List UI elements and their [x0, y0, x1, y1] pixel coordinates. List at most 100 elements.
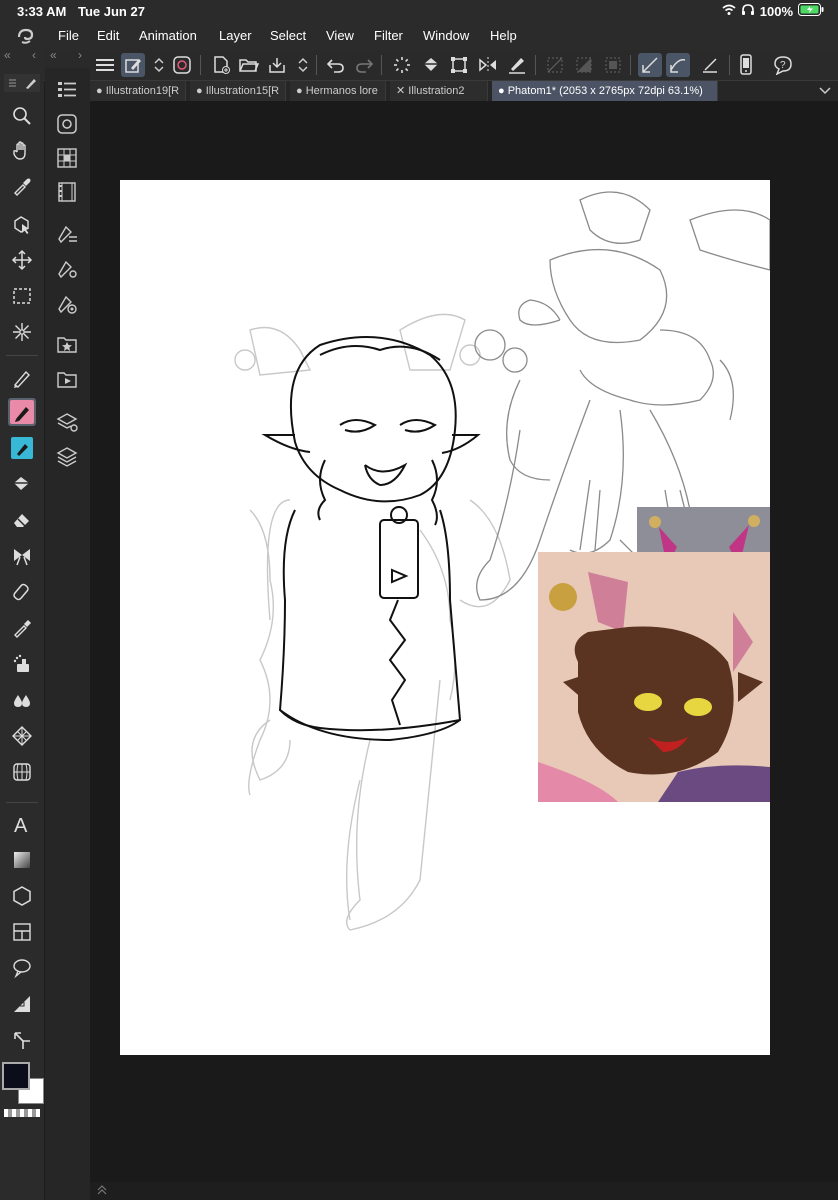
menu-hamburger-icon[interactable] [93, 53, 117, 77]
decoration-ribbon-icon[interactable] [8, 542, 36, 570]
battery-percent: 100% [759, 3, 793, 19]
collapse-left-icon-2[interactable]: « [50, 48, 57, 62]
ruler-triangle-icon[interactable] [8, 990, 36, 1018]
invert-selection-icon[interactable] [572, 53, 596, 77]
menu-edit[interactable]: Edit [97, 28, 119, 43]
tab-phatom1[interactable]: ● Phatom1* (2053 x 2765px 72dpi 63.1%) [492, 81, 718, 101]
brush-icon[interactable] [8, 434, 36, 462]
undo-icon[interactable] [324, 53, 348, 77]
reference-image-brown-character[interactable] [538, 552, 770, 802]
blend-dropper-icon[interactable] [8, 614, 36, 642]
collapse-right-icon-2[interactable]: › [78, 48, 82, 62]
tool-property-gear-icon[interactable] [53, 255, 81, 283]
speech-balloon-icon[interactable] [8, 954, 36, 982]
pen-line-icon[interactable] [505, 53, 529, 77]
toolbar-divider [729, 55, 730, 75]
text-tool-icon[interactable]: A [8, 810, 36, 838]
chevron-down-icon[interactable] [818, 83, 832, 102]
loading-spinner-icon[interactable] [390, 53, 414, 77]
new-file-icon[interactable] [209, 53, 233, 77]
menu-select[interactable]: Select [270, 28, 306, 43]
tab-label: Illustration19[R [105, 85, 180, 97]
mesh-globe-icon[interactable] [8, 758, 36, 786]
menu-filter[interactable]: Filter [374, 28, 403, 43]
menu-animation[interactable]: Animation [139, 28, 197, 43]
gradient-icon[interactable] [8, 846, 36, 874]
battery-icon [798, 3, 824, 19]
auto-select-wand-icon[interactable] [8, 318, 36, 346]
color-set-grid-icon[interactable] [53, 144, 81, 172]
zoom-icon[interactable] [8, 102, 36, 130]
material-star-icon[interactable] [53, 330, 81, 358]
fill-bucket-icon[interactable] [419, 53, 443, 77]
edit-mode-icon[interactable] [121, 53, 145, 77]
correct-line-icon[interactable] [8, 1026, 36, 1054]
transform-icon[interactable] [447, 53, 471, 77]
main-color-swatch[interactable] [2, 1062, 30, 1090]
app-logo-icon[interactable] [16, 26, 36, 49]
select-all-icon[interactable] [601, 53, 625, 77]
tab-illustration19[interactable]: ● Illustration19[R [90, 81, 186, 101]
pattern-icon[interactable] [8, 722, 36, 750]
spiral-icon[interactable] [170, 53, 194, 77]
material-film-icon[interactable] [53, 365, 81, 393]
tool-palette-tab[interactable] [4, 74, 40, 92]
hand-icon[interactable] [8, 137, 36, 165]
menu-help[interactable]: Help [490, 28, 517, 43]
pen-icon[interactable] [8, 364, 36, 392]
transparent-color-swatch[interactable] [4, 1109, 40, 1117]
redo-icon[interactable] [352, 53, 376, 77]
chevron-up-double-icon[interactable] [96, 1184, 108, 1199]
open-folder-icon[interactable] [237, 53, 261, 77]
eraser-icon[interactable] [8, 506, 36, 534]
help-bubble-icon[interactable]: ? [771, 53, 795, 77]
menu-file[interactable]: File [58, 28, 79, 43]
marquee-icon[interactable] [8, 282, 36, 310]
flip-horizontal-icon[interactable] [476, 53, 500, 77]
pencil-tool-active-icon[interactable] [8, 398, 36, 426]
layers-icon[interactable] [53, 442, 81, 470]
brush-size-icon[interactable] [53, 290, 81, 318]
blend-tool-icon[interactable] [8, 650, 36, 678]
panel-column [45, 68, 90, 1200]
toolbar-divider [200, 55, 201, 75]
close-icon[interactable]: ✕ [396, 85, 408, 97]
airbrush-icon[interactable] [8, 578, 36, 606]
color-swatch[interactable] [2, 1062, 44, 1104]
drawing-canvas[interactable] [120, 180, 770, 1055]
clear-selection-icon[interactable] [543, 53, 567, 77]
tab-illustration2[interactable]: ✕ Illustration2 [390, 81, 488, 101]
layer-property-icon[interactable] [53, 408, 81, 436]
snap-special-ruler-icon[interactable] [666, 53, 690, 77]
main-character-lineart [261, 336, 481, 742]
move-icon[interactable] [8, 246, 36, 274]
save-icon[interactable] [265, 53, 289, 77]
menu-bar: File Edit Animation Layer Select View Fi… [0, 22, 838, 50]
snap-ruler-icon[interactable] [638, 53, 662, 77]
status-time: 3:33 AM [17, 4, 67, 19]
tool-palette: A [0, 68, 44, 1200]
water-drops-icon[interactable] [8, 686, 36, 714]
menu-layer[interactable]: Layer [219, 28, 252, 43]
figure-hexagon-icon[interactable] [8, 882, 36, 910]
tab-label: Phatom1* (2053 x 2765px 72dpi 63.1%) [507, 85, 703, 97]
brush-settings-icon[interactable] [53, 220, 81, 248]
fill-icon[interactable] [8, 470, 36, 498]
collapse-right-icon[interactable]: ‹ [32, 48, 36, 62]
frame-border-icon[interactable] [8, 918, 36, 946]
sub-tool-list-icon[interactable] [53, 76, 81, 104]
navigator-icon[interactable] [53, 110, 81, 138]
film-strip-icon[interactable] [53, 178, 81, 206]
chevron-updown-icon[interactable] [147, 53, 171, 77]
object-select-icon[interactable] [8, 210, 36, 238]
chevron-updown-icon-2[interactable] [291, 53, 315, 77]
menu-window[interactable]: Window [423, 28, 469, 43]
tab-illustration15[interactable]: ● Illustration15[R [190, 81, 286, 101]
collapse-left-icon[interactable]: « [4, 48, 11, 62]
snap-grid-icon[interactable] [698, 53, 722, 77]
wifi-icon [722, 4, 736, 19]
eyedropper-icon[interactable] [8, 172, 36, 200]
menu-view[interactable]: View [326, 28, 354, 43]
smartphone-icon[interactable] [734, 53, 758, 77]
tab-hermanos-lore[interactable]: ● Hermanos lore [290, 81, 386, 101]
